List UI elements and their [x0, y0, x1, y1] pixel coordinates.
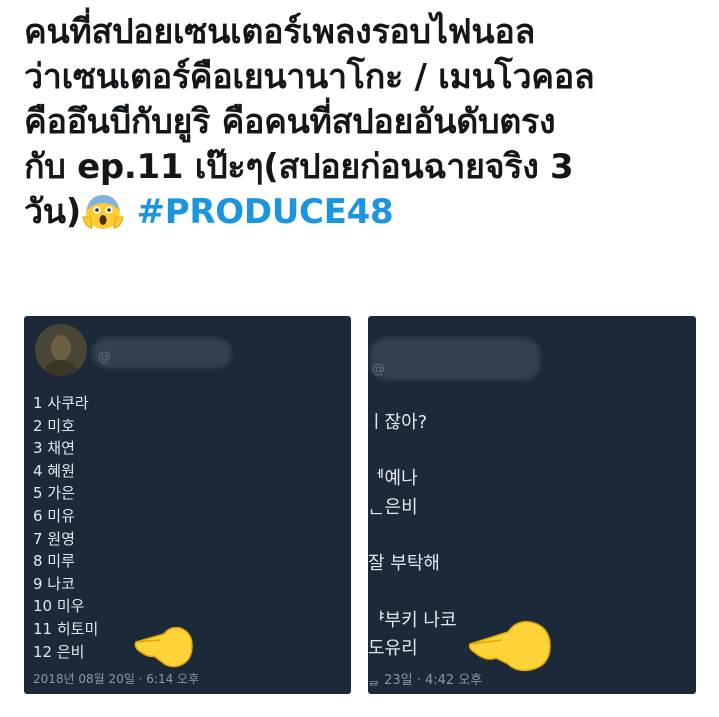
redacted-username [370, 338, 540, 380]
list-item: 7 원영 [33, 529, 75, 548]
text-line: 잘 부탁해 [368, 553, 440, 574]
timestamp: 2018년 08월 20일 · 6:14 오후 [33, 672, 200, 686]
timestamp: ᆯ 23일 · 4:42 오후 [368, 673, 483, 688]
tweet-line: วัน) [24, 192, 81, 232]
tweet-line: ว่าเซนเตอร์คือเยนานาโกะ / เมนโวคอล [24, 57, 595, 97]
redacted-username [92, 338, 232, 368]
list-item: 8 미루 [33, 552, 75, 571]
pointing-hand-icon [468, 620, 551, 672]
list-item: 1 사쿠라 [33, 394, 89, 412]
tweet-line: คนที่สปอยเซนเตอร์เพลงรอบไฟนอล [24, 12, 535, 52]
handle-fragment: @ [98, 350, 111, 365]
face-screaming-in-fear-icon [81, 191, 125, 231]
text-line: 도유리 [368, 638, 418, 659]
text-line: ᅦ예나 [368, 468, 418, 489]
tweet-line-last: วัน) #PRODUCE48 [24, 190, 704, 235]
embedded-screenshot-left[interactable]: @ 1 사쿠라 2 미호 3 채연 4 혜원 5 가은 6 미유 7 원영 8 … [24, 316, 351, 694]
text-line: ㅣ잖아? [368, 412, 428, 433]
hashtag-link[interactable]: #PRODUCE48 [137, 192, 394, 232]
list-item: 5 가은 [33, 484, 75, 503]
tweet-line: คืออึนบีกับยูริ คือคนที่สปอยอันดับตรง [24, 102, 556, 142]
tweet-line: กับ ep.11 เป๊ะๆ(สปอยก่อนฉายจริง 3 [24, 147, 574, 187]
list-item: 9 나코 [33, 574, 75, 593]
list-item: 4 혜원 [33, 461, 75, 480]
list-item: 11 히토미 [33, 619, 99, 638]
list-item: 3 채연 [33, 439, 75, 458]
text-line: ᆫ은비 [368, 497, 418, 518]
embedded-screenshot-right[interactable]: @ ㅣ잖아? ᅦ예나 ᆫ은비 잘 부탁해 ᅣ부키 나코 도유리 ᆯ 23일 · … [368, 316, 696, 694]
pointing-hand-icon [134, 626, 193, 668]
text-line: ᅣ부키 나코 [368, 610, 457, 631]
list-item: 10 미우 [33, 597, 85, 616]
list-item: 12 은비 [33, 642, 85, 661]
tweet-text: คนที่สปอยเซนเตอร์เพลงรอบไฟนอล ว่าเซนเตอร… [24, 10, 704, 235]
avatar [35, 324, 87, 376]
list-item: 6 미유 [33, 506, 75, 525]
ranking-list: 1 사쿠라 2 미호 3 채연 4 혜원 5 가은 6 미유 7 원영 8 미루… [33, 392, 98, 663]
handle-fragment: @ [372, 362, 385, 377]
list-item: 2 미호 [33, 416, 75, 435]
